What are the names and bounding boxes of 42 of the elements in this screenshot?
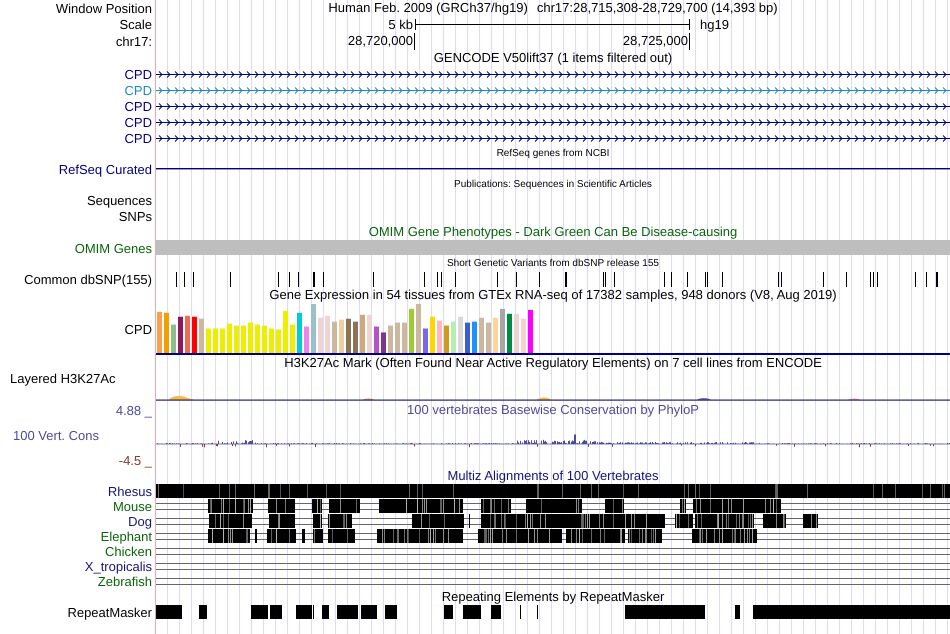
track-label[interactable]: Elephant	[100, 529, 152, 544]
track-label[interactable]: Dog	[128, 514, 152, 529]
track-title: RefSeq genes from NCBI	[496, 147, 610, 161]
track-label[interactable]: OMIM Genes	[74, 240, 152, 256]
assembly-title: Human Feb. 2009 (GRCh37/hg19)	[328, 0, 528, 16]
track-title: H3K27Ac Mark (Often Found Near Active Regulatory Elements) on 7 cell lines from ENCODE	[283, 355, 823, 371]
track-label[interactable]: CPD	[124, 98, 152, 114]
track-label[interactable]: CPD	[124, 82, 152, 98]
track-label[interactable]: CPD	[124, 114, 152, 130]
track-label[interactable]: RefSeq Curated	[58, 162, 152, 176]
row-label: Scale	[119, 17, 152, 32]
track-label[interactable]: Common dbSNP(155)	[24, 272, 152, 286]
ruler-tick-label: 28,720,000	[348, 33, 415, 50]
track-label[interactable]: SNPs	[118, 208, 152, 224]
track-label[interactable]: 100 Vert. Cons	[13, 428, 99, 443]
scale-size: 5 kb	[388, 17, 413, 32]
row-label: chr17:	[116, 34, 152, 49]
track-label[interactable]: CPD	[124, 130, 152, 146]
track-title: Gene Expression in 54 tissues from GTEx RNA-seq of 17382 samples, 948 donors (V8, Aug 2019)	[268, 287, 838, 303]
track-title: Multiz Alignments of 100 Vertebrates	[446, 468, 660, 484]
track-title: Short Genetic Variants from dbSNP release 155	[446, 257, 660, 271]
track-label[interactable]: CPD	[124, 322, 152, 336]
row-label: Window Position	[56, 0, 152, 16]
track-label[interactable]: Zebrafish	[98, 574, 152, 589]
track-title: OMIM Gene Phenotypes - Dark Green Can Be Disease-causing	[368, 224, 738, 240]
track-title: Repeating Elements by RepeatMasker	[440, 589, 666, 605]
track-label[interactable]: X_tropicalis	[84, 559, 152, 574]
track-label[interactable]: CPD	[124, 66, 152, 82]
position-text: chr17:28,715,308-28,729,700 (14,393 bp)	[536, 0, 778, 16]
track-title: Publications: Sequences in Scientific Articles	[453, 178, 653, 192]
assembly-label: hg19	[700, 17, 729, 32]
track-title: GENCODE V50lift37 (1 items filtered out)	[432, 50, 674, 66]
track-label[interactable]: Rhesus	[108, 484, 152, 499]
track-label[interactable]: Layered H3K27Ac	[10, 371, 116, 386]
track-title: 100 vertebrates Basewise Conservation by PhyloP	[406, 402, 700, 418]
track-label[interactable]: Chicken	[105, 544, 152, 559]
axis-min-label: -4.5 _	[118, 453, 152, 468]
track-label[interactable]: RepeatMasker	[67, 605, 152, 620]
track-label[interactable]: Sequences	[86, 192, 152, 208]
axis-max-label: 4.88 _	[116, 403, 152, 418]
track-label[interactable]: Mouse	[112, 499, 152, 514]
ruler-tick-label: 28,725,000	[622, 33, 690, 50]
